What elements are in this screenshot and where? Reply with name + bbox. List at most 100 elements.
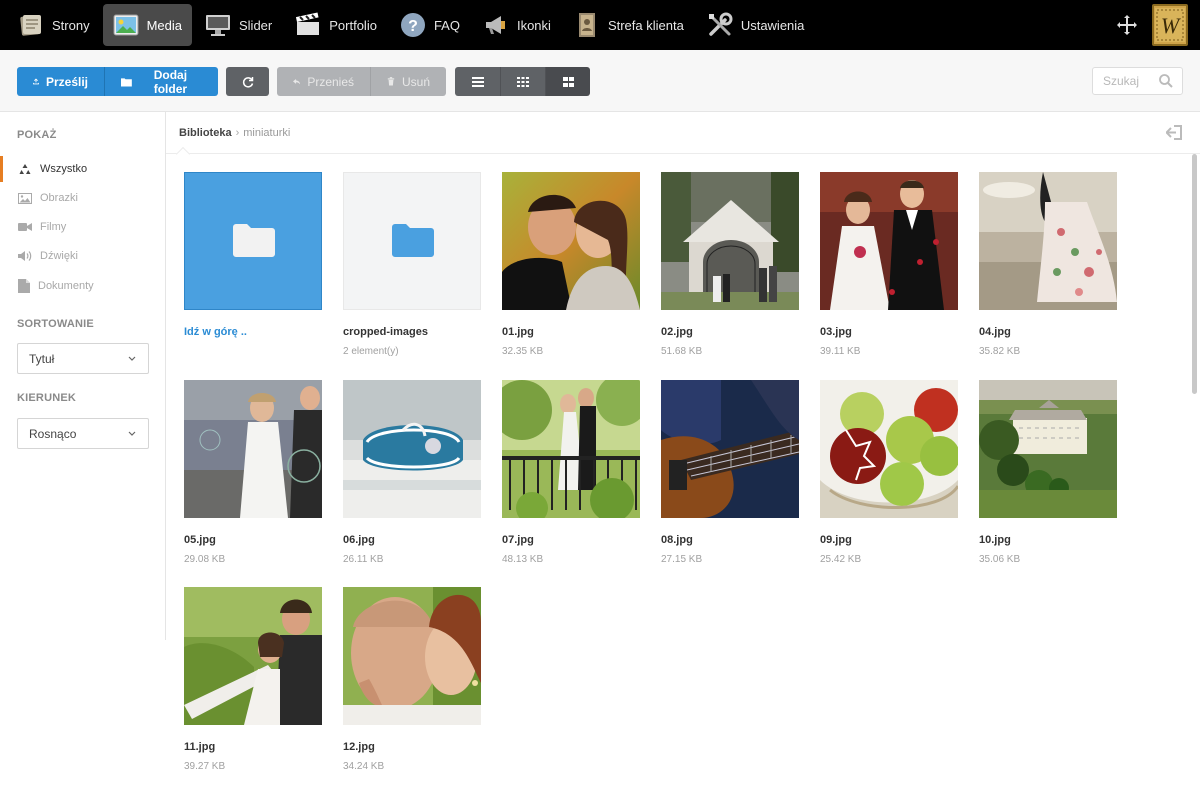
upload-button[interactable]: Prześlij bbox=[17, 67, 104, 96]
top-navigation: Strony Media Slider Portfolio ? FAQ Ikon… bbox=[0, 0, 1200, 50]
file-meta: 51.68 KB bbox=[661, 346, 703, 357]
file-meta: 39.27 KB bbox=[184, 761, 226, 772]
large-grid-view-button[interactable] bbox=[545, 67, 590, 96]
search-input[interactable] bbox=[1093, 68, 1155, 94]
breadcrumb-root[interactable]: Biblioteka bbox=[179, 127, 232, 139]
grid-large-icon bbox=[562, 76, 574, 87]
nav-item-strony[interactable]: Strony bbox=[8, 4, 100, 46]
file-meta: 39.11 KB bbox=[820, 346, 861, 357]
small-grid-view-button[interactable] bbox=[500, 67, 545, 96]
file-tile-07[interactable]: 07.jpg 48.13 KB bbox=[502, 380, 640, 565]
folder-icon bbox=[233, 224, 275, 257]
file-tile-03[interactable]: 03.jpg 39.11 KB bbox=[820, 172, 958, 357]
add-folder-button[interactable]: Dodaj folder bbox=[104, 67, 218, 96]
nav-item-media[interactable]: Media bbox=[102, 4, 192, 46]
pages-icon bbox=[18, 12, 44, 38]
image-icon bbox=[18, 192, 32, 204]
nav-item-ustawienia[interactable]: Ustawienia bbox=[697, 4, 815, 46]
file-name: 10.jpg bbox=[979, 534, 1011, 546]
show-heading: POKAŻ bbox=[17, 129, 57, 141]
folder-thumbnail bbox=[184, 172, 322, 310]
move-button[interactable]: Przenieś bbox=[277, 67, 370, 96]
file-tile-02[interactable]: 02.jpg 51.68 KB bbox=[661, 172, 799, 357]
file-name: 07.jpg bbox=[502, 534, 534, 546]
file-meta: 34.24 KB bbox=[343, 761, 385, 772]
video-camera-icon bbox=[18, 223, 32, 231]
search-icon[interactable] bbox=[1159, 74, 1173, 88]
move-icon[interactable] bbox=[1116, 14, 1138, 36]
nav-label: FAQ bbox=[433, 17, 460, 33]
image-thumbnail bbox=[184, 587, 322, 725]
file-tile-08[interactable]: 08.jpg 27.15 KB bbox=[661, 380, 799, 565]
direction-select[interactable]: Rosnąco bbox=[17, 418, 149, 449]
file-meta: 29.08 KB bbox=[184, 554, 226, 565]
image-thumbnail bbox=[343, 587, 481, 725]
file-tile-10[interactable]: 10.jpg 35.06 KB bbox=[979, 380, 1117, 565]
file-meta: 35.06 KB bbox=[979, 554, 1021, 565]
folder-icon bbox=[121, 77, 132, 87]
slider-icon bbox=[205, 12, 231, 38]
file-name: 12.jpg bbox=[343, 741, 375, 753]
file-meta: 32.35 KB bbox=[502, 346, 544, 357]
file-meta: 25.42 KB bbox=[820, 554, 862, 565]
search-box bbox=[1092, 67, 1183, 95]
file-meta: 26.11 KB bbox=[343, 554, 384, 565]
scrollbar[interactable] bbox=[1190, 154, 1200, 794]
file-name: 09.jpg bbox=[820, 534, 852, 546]
filter-images[interactable]: Obrazki bbox=[0, 185, 165, 211]
view-mode-group bbox=[455, 67, 590, 96]
file-tile-06[interactable]: 06.jpg 26.11 KB bbox=[343, 380, 481, 565]
file-meta: 2 element(y) bbox=[343, 346, 399, 357]
image-thumbnail bbox=[979, 380, 1117, 518]
nav-item-slider[interactable]: Slider bbox=[195, 4, 282, 46]
scrollbar-thumb[interactable] bbox=[1192, 154, 1197, 394]
trash-icon bbox=[387, 77, 395, 86]
list-view-button[interactable] bbox=[455, 67, 500, 96]
image-thumbnail bbox=[184, 380, 322, 518]
nav-label: Media bbox=[146, 17, 182, 33]
list-icon bbox=[471, 76, 484, 87]
file-name: 11.jpg bbox=[184, 741, 216, 753]
file-meta: 48.13 KB bbox=[502, 554, 544, 565]
reply-icon bbox=[293, 78, 301, 85]
nav-item-faq[interactable]: ? FAQ bbox=[390, 4, 470, 46]
file-tile-12[interactable]: 12.jpg 34.24 KB bbox=[343, 587, 481, 772]
file-tile-11[interactable]: 11.jpg 39.27 KB bbox=[184, 587, 322, 772]
file-tile-cropped-images[interactable]: cropped-images 2 element(y) bbox=[343, 172, 481, 357]
direction-heading: KIERUNEK bbox=[17, 392, 77, 404]
sign-in-icon[interactable] bbox=[1166, 125, 1183, 140]
filter-videos[interactable]: Filmy bbox=[0, 214, 165, 240]
sort-select[interactable]: Tytuł bbox=[17, 343, 149, 374]
filter-all[interactable]: Wszystko bbox=[0, 156, 165, 182]
image-thumbnail bbox=[820, 380, 958, 518]
refresh-button[interactable] bbox=[226, 67, 269, 96]
breadcrumb-separator: › bbox=[235, 126, 240, 139]
nav-item-strefa-klienta[interactable]: Strefa klienta bbox=[564, 4, 694, 46]
brand-logo[interactable]: W bbox=[1152, 4, 1188, 46]
nav-label: Portfolio bbox=[329, 17, 377, 33]
upload-group: Prześlij Dodaj folder bbox=[17, 67, 218, 96]
logo-letter: W bbox=[1161, 13, 1181, 38]
chevron-down-icon bbox=[128, 431, 136, 436]
file-tile-05[interactable]: 05.jpg 29.08 KB bbox=[184, 380, 322, 565]
image-thumbnail bbox=[502, 172, 640, 310]
file-tile-09[interactable]: 09.jpg 25.42 KB bbox=[820, 380, 958, 565]
faq-icon: ? bbox=[400, 12, 426, 38]
file-tile-01[interactable]: 01.jpg 32.35 KB bbox=[502, 172, 640, 357]
filter-documents[interactable]: Dokumenty bbox=[0, 273, 165, 299]
refresh-group bbox=[226, 67, 269, 96]
file-meta: 35.82 KB bbox=[979, 346, 1021, 357]
filter-sounds[interactable]: Dźwięki bbox=[0, 243, 165, 269]
megaphone-icon bbox=[483, 12, 509, 38]
file-name: 06.jpg bbox=[343, 534, 375, 546]
settings-icon bbox=[707, 12, 733, 38]
nav-label: Strony bbox=[52, 17, 90, 33]
delete-button[interactable]: Usuń bbox=[370, 67, 446, 96]
nav-item-ikonki[interactable]: Ikonki bbox=[473, 4, 561, 46]
nav-right: W bbox=[1116, 0, 1200, 50]
file-tile-04[interactable]: 04.jpg 35.82 KB bbox=[979, 172, 1117, 357]
file-tile-go-up[interactable]: Idź w górę .. bbox=[184, 172, 322, 338]
document-icon bbox=[18, 279, 30, 293]
file-name: 01.jpg bbox=[502, 326, 534, 338]
nav-item-portfolio[interactable]: Portfolio bbox=[285, 4, 387, 46]
